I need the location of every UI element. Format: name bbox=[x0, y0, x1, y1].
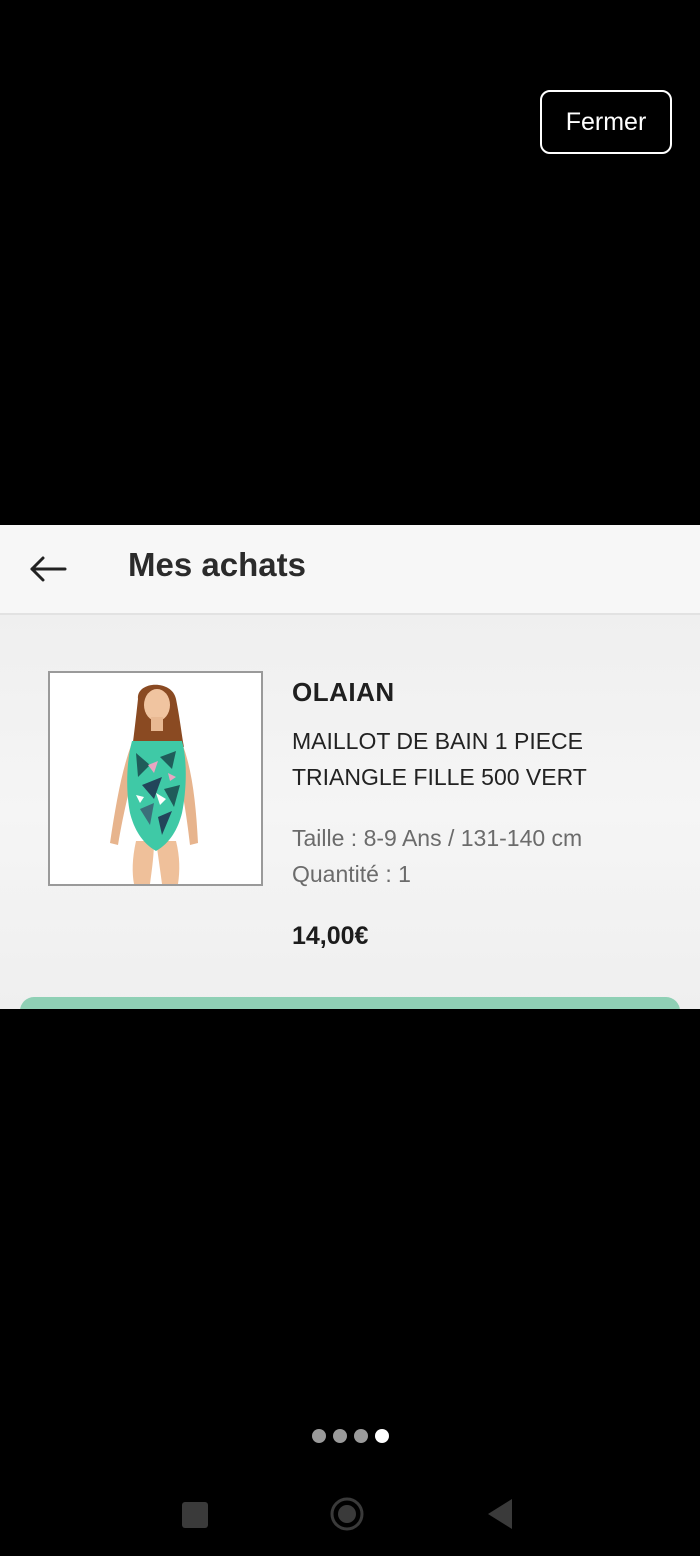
page-title: Mes achats bbox=[128, 546, 306, 583]
system-nav-bar bbox=[0, 1480, 700, 1556]
home-circle-icon[interactable] bbox=[330, 1497, 364, 1531]
product-card: OLAIAN MAILLOT DE BAIN 1 PIECE TRIANGLE … bbox=[0, 615, 700, 1009]
page-dot[interactable] bbox=[332, 1429, 347, 1443]
product-size: Taille : 8-9 Ans / 131-140 cm bbox=[292, 825, 583, 851]
triangle-back-icon[interactable] bbox=[486, 1497, 514, 1531]
page-dot-active[interactable] bbox=[374, 1429, 389, 1443]
action-bar[interactable] bbox=[20, 997, 680, 1009]
page-dot[interactable] bbox=[353, 1429, 368, 1443]
back-button[interactable] bbox=[26, 547, 70, 591]
page-indicator bbox=[0, 1426, 700, 1446]
product-quantity: Quantité : 1 bbox=[292, 861, 411, 887]
product-image[interactable] bbox=[48, 671, 263, 886]
arrow-left-icon bbox=[30, 556, 67, 582]
square-icon[interactable] bbox=[182, 1502, 208, 1528]
close-button[interactable]: Fermer bbox=[540, 90, 672, 154]
product-price: 14,00€ bbox=[292, 922, 369, 950]
product-brand: OLAIAN bbox=[292, 677, 395, 707]
page-dot[interactable] bbox=[311, 1429, 326, 1443]
girl-swimsuit-photo bbox=[110, 684, 198, 884]
purchase-screenshot: Mes achats OLAIAN MAILLOT DE BAIN 1 PIEC… bbox=[0, 525, 700, 1009]
product-name: MAILLOT DE BAIN 1 PIECE TRIANGLE FILLE 5… bbox=[292, 728, 587, 790]
app-bar: Mes achats bbox=[0, 525, 700, 615]
gallery-viewer: Fermer Mes achats OLAIAN MAILLOT DE BAIN… bbox=[0, 0, 700, 1556]
